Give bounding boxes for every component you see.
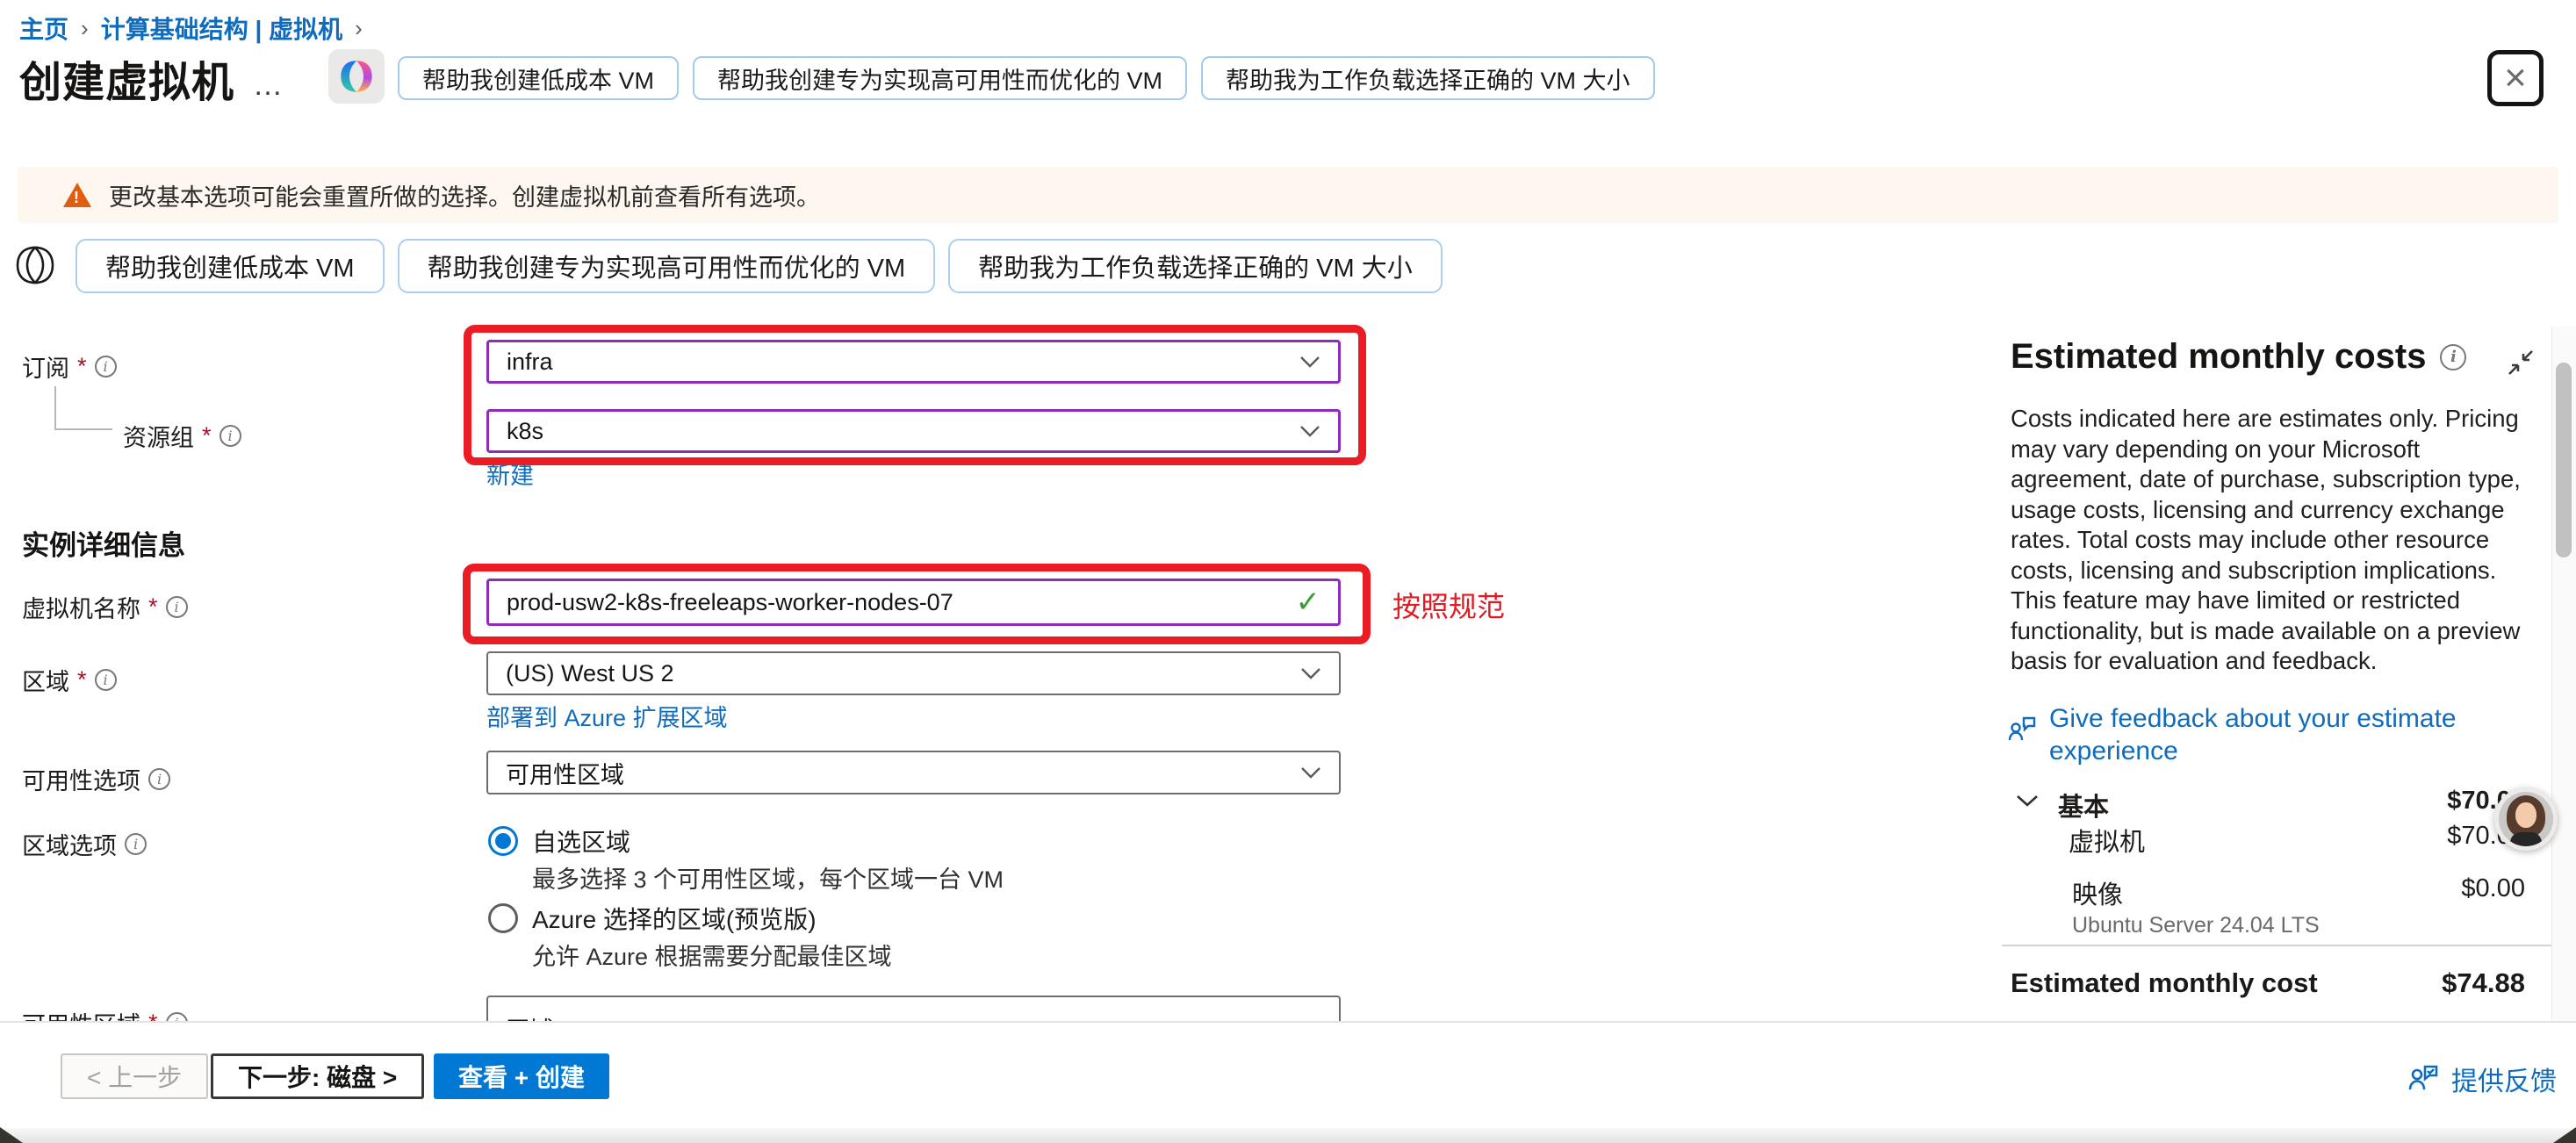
instance-details-heading: 实例详细信息 <box>22 523 185 563</box>
feedback-person-icon <box>2406 1061 2441 1096</box>
next-step-disks-button[interactable]: 下一步: 磁盘 > <box>211 1053 424 1099</box>
chevron-down-icon <box>1299 425 1320 437</box>
suggestion-high-availability-button[interactable]: 帮助我创建专为实现高可用性而优化的 VM <box>398 239 936 293</box>
previous-step-button[interactable]: < 上一步 <box>61 1053 208 1099</box>
copilot-suggestions-row: 帮助我创建低成本 VM 帮助我创建专为实现高可用性而优化的 VM 帮助我为工作负… <box>398 56 1655 100</box>
assist-suggestions-row: 帮助我创建低成本 VM 帮助我创建专为实现高可用性而优化的 VM 帮助我为工作负… <box>76 239 1443 293</box>
info-icon[interactable] <box>219 425 241 447</box>
total-cost-value: $74.88 <box>2300 967 2525 999</box>
cost-row-label: 映像 <box>2072 874 2123 911</box>
info-icon[interactable] <box>95 669 117 691</box>
subscription-dropdown[interactable]: infra <box>486 340 1341 384</box>
suggestion-low-cost-button[interactable]: 帮助我创建低成本 VM <box>76 239 385 293</box>
warning-icon <box>63 183 91 207</box>
radio-selected-icon[interactable] <box>488 826 518 856</box>
suggestion-right-size-button[interactable]: 帮助我为工作负载选择正确的 VM 大小 <box>1201 56 1655 100</box>
suggestion-right-size-button[interactable]: 帮助我为工作负载选择正确的 VM 大小 <box>948 239 1443 293</box>
cost-row-label: 虚拟机 <box>2069 822 2145 859</box>
chevron-down-icon <box>1299 356 1320 368</box>
estimate-feedback-link[interactable]: Give feedback about your estimate experi… <box>2007 702 2510 767</box>
breadcrumb-section-link[interactable]: 计算基础结构 | 虚拟机 <box>101 11 342 46</box>
suggestion-high-availability-button[interactable]: 帮助我创建专为实现高可用性而优化的 VM <box>693 56 1187 100</box>
info-icon[interactable] <box>148 768 170 790</box>
cost-row-value: $0.00 <box>2300 874 2525 903</box>
more-options-button[interactable]: … <box>253 68 285 103</box>
zone-option-azure-select: Azure 选择的区域(预览版) <box>488 901 817 936</box>
provide-feedback-link[interactable]: 提供反馈 <box>2406 1060 2557 1098</box>
chevron-down-icon <box>1300 667 1321 679</box>
divider <box>2002 945 2551 946</box>
suggestion-low-cost-button[interactable]: 帮助我创建低成本 VM <box>398 56 679 100</box>
availability-options-label: 可用性选项 <box>22 762 170 796</box>
cost-row-value: $70.08 <box>2300 822 2525 851</box>
vm-name-label: 虚拟机名称* <box>22 590 188 624</box>
cost-group-label[interactable]: 基本 <box>2058 787 2109 823</box>
resource-group-label: 资源组* <box>123 419 241 453</box>
info-icon[interactable] <box>125 833 147 855</box>
subscription-label: 订阅* <box>22 349 117 384</box>
info-icon[interactable] <box>95 356 117 377</box>
cost-disclaimer-text: Costs indicated here are estimates only.… <box>2011 404 2543 677</box>
resource-group-dropdown[interactable]: k8s <box>486 409 1341 453</box>
feedback-icon <box>2007 715 2039 767</box>
info-icon[interactable] <box>166 596 188 618</box>
close-blade-button[interactable]: × <box>2487 50 2544 106</box>
cost-group-value: $70.08 <box>2300 787 2525 816</box>
collapse-panel-icon[interactable] <box>2502 344 2539 381</box>
region-label: 区域* <box>22 663 117 697</box>
review-create-button[interactable]: 查看 + 创建 <box>434 1053 609 1099</box>
cost-group-chevron-icon[interactable] <box>2016 794 2039 808</box>
chevron-down-icon <box>1300 766 1321 779</box>
warning-text: 更改基本选项可能会重置所做的选择。创建虚拟机前查看所有选项。 <box>109 178 820 212</box>
zone-option-azure-select-description: 允许 Azure 根据需要分配最佳区域 <box>532 938 892 972</box>
avatar[interactable] <box>2494 787 2558 851</box>
breadcrumb-home-link[interactable]: 主页 <box>19 11 68 46</box>
info-icon[interactable] <box>2440 344 2466 370</box>
edge-zone-link[interactable]: 部署到 Azure 扩展区域 <box>486 699 728 733</box>
region-dropdown[interactable]: (US) West US 2 <box>486 651 1341 695</box>
availability-options-dropdown[interactable]: 可用性区域 <box>486 751 1341 794</box>
field-connector-line <box>54 428 112 430</box>
avatar-image <box>2499 792 2553 846</box>
copilot-logo-icon <box>336 56 377 97</box>
zone-options-label: 区域选项 <box>22 827 147 861</box>
scrollbar-thumb[interactable] <box>2556 363 2572 557</box>
breadcrumb-separator-icon: › <box>355 15 363 42</box>
zone-option-self-select-description: 最多选择 3 个可用性区域，每个区域一台 VM <box>532 860 1004 895</box>
warning-banner: 更改基本选项可能会重置所做的选择。创建虚拟机前查看所有选项。 <box>18 167 2558 223</box>
valid-check-icon: ✓ <box>1296 585 1321 620</box>
window-bottom-strip <box>0 1128 2576 1143</box>
field-connector-line <box>54 386 56 430</box>
breadcrumb: 主页 › 计算基础结构 | 虚拟机 › <box>19 11 363 46</box>
copilot-outline-icon[interactable] <box>12 242 58 288</box>
close-icon: × <box>2504 59 2527 97</box>
cost-panel-title: Estimated monthly costs <box>2011 337 2466 377</box>
copilot-button[interactable] <box>328 49 385 104</box>
page-title: 创建虚拟机 <box>19 47 234 109</box>
create-new-resource-group-link[interactable]: 新建 <box>486 456 534 491</box>
vm-name-input[interactable]: prod-usw2-k8s-freeleaps-worker-nodes-07 … <box>486 579 1341 626</box>
cost-row-subtext: Ubuntu Server 24.04 LTS <box>2072 913 2320 938</box>
zone-option-self-select: 自选区域 <box>488 823 630 859</box>
annotation-note: 按照规范 <box>1392 585 1505 625</box>
total-cost-label: Estimated monthly cost <box>2011 967 2318 999</box>
radio-unselected-icon[interactable] <box>488 903 518 933</box>
breadcrumb-separator-icon: › <box>81 15 89 42</box>
